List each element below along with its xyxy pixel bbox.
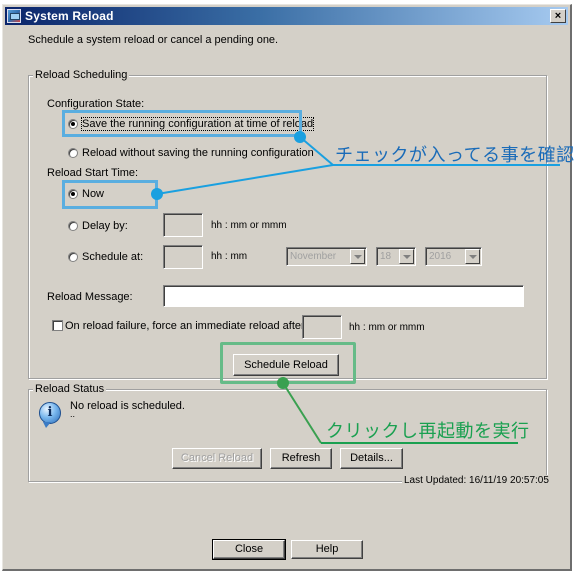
group-label: Reload Scheduling <box>33 69 130 81</box>
reload-message-label: Reload Message: <box>47 291 133 303</box>
close-window-button[interactable]: × <box>550 9 566 23</box>
schedule-at-hint: hh : mm <box>211 251 248 262</box>
now-label[interactable]: Now <box>82 188 104 200</box>
last-updated-value: 16/11/19 20:57:05 <box>469 475 549 486</box>
details-button[interactable]: Details... <box>340 448 403 469</box>
delay-by-radio[interactable] <box>68 221 78 231</box>
chevron-down-icon[interactable] <box>350 249 365 264</box>
month-value: November <box>290 251 337 262</box>
month-select[interactable]: November <box>286 247 367 266</box>
chevron-down-icon[interactable] <box>465 249 480 264</box>
save-config-radio[interactable] <box>68 119 78 129</box>
save-config-label[interactable]: Save the running configuration at time o… <box>80 117 315 131</box>
config-state-label: Configuration State: <box>47 98 145 110</box>
day-value: 18 <box>380 251 392 262</box>
day-select[interactable]: 18 <box>376 247 416 266</box>
reload-message-input[interactable] <box>163 285 524 307</box>
now-radio[interactable] <box>68 189 78 199</box>
status-detail: .. <box>70 409 76 419</box>
delay-by-hint: hh : mm or mmm <box>211 220 287 231</box>
dialog-description: Schedule a system reload or cancel a pen… <box>28 34 279 46</box>
force-reload-label[interactable]: On reload failure, force an immediate re… <box>65 320 308 332</box>
window-title: System Reload <box>25 9 114 23</box>
force-reload-checkbox[interactable] <box>52 320 63 331</box>
year-select[interactable]: 2016 <box>425 247 482 266</box>
cancel-reload-button[interactable]: Cancel Reload <box>172 448 262 469</box>
annotation-click-note: クリックし再起動を実行 <box>326 421 530 442</box>
reload-start-time-label: Reload Start Time: <box>47 167 139 179</box>
year-value: 2016 <box>429 251 452 262</box>
force-reload-input[interactable] <box>302 315 342 339</box>
refresh-button[interactable]: Refresh <box>270 448 332 469</box>
last-updated-label: Last Updated: <box>404 475 467 486</box>
help-button[interactable]: Help <box>291 540 363 559</box>
title-bar: System Reload × <box>5 7 568 25</box>
annotation-check-note: チェックが入ってる事を確認 <box>335 145 575 166</box>
delay-by-label[interactable]: Delay by: <box>82 220 128 232</box>
chevron-down-icon[interactable] <box>399 249 414 264</box>
force-reload-hint: hh : mm or mmm <box>349 322 425 333</box>
schedule-at-time-input[interactable] <box>163 245 203 269</box>
schedule-reload-button[interactable]: Schedule Reload <box>233 354 339 376</box>
delay-by-input[interactable] <box>163 213 203 237</box>
group-label: Reload Status <box>33 383 107 395</box>
schedule-at-label[interactable]: Schedule at: <box>82 251 143 263</box>
no-save-label[interactable]: Reload without saving the running config… <box>82 147 314 159</box>
schedule-at-radio[interactable] <box>68 252 78 262</box>
last-updated: Last Updated: 16/11/19 20:57:05 <box>402 475 551 486</box>
app-icon <box>7 9 21 23</box>
status-message: No reload is scheduled. <box>70 400 185 412</box>
close-button[interactable]: Close <box>212 539 286 560</box>
no-save-radio[interactable] <box>68 148 78 158</box>
info-icon: i <box>39 402 61 428</box>
